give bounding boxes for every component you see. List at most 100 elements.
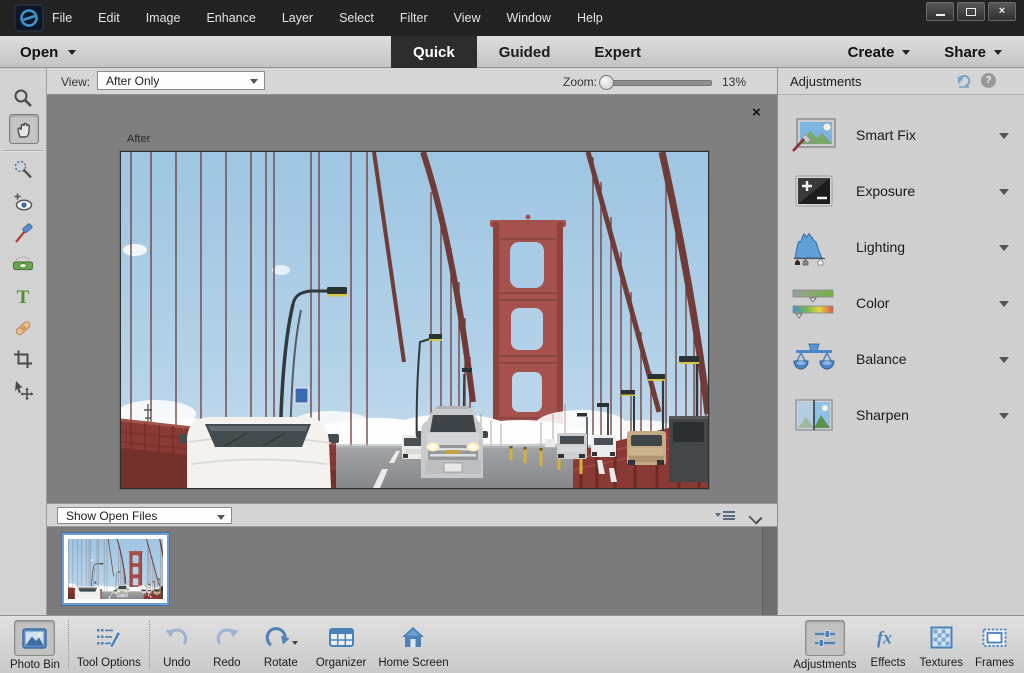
whitening-brush-icon bbox=[12, 222, 34, 244]
tool-strip: T bbox=[0, 68, 47, 615]
taskbar-adjustments[interactable]: Adjustments bbox=[787, 616, 862, 673]
adjustment-smart-fix[interactable]: Smart Fix bbox=[778, 108, 1024, 164]
crop-icon bbox=[12, 348, 34, 370]
menu-bar: File Edit Image Enhance Layer Select Fil… bbox=[52, 0, 603, 36]
dropdown-arrow-icon bbox=[250, 79, 258, 88]
scroll-down-icon[interactable] bbox=[766, 603, 774, 611]
view-mode-dropdown[interactable]: After Only bbox=[97, 71, 265, 90]
reset-icon[interactable] bbox=[956, 73, 972, 94]
adjustment-color[interactable]: Color bbox=[778, 276, 1024, 332]
view-options-bar: View: After Only Zoom: 13% bbox=[47, 68, 777, 95]
menu-filter[interactable]: Filter bbox=[400, 11, 428, 25]
quick-selection-tool[interactable] bbox=[9, 156, 37, 184]
menu-image[interactable]: Image bbox=[146, 11, 181, 25]
type-tool[interactable]: T bbox=[9, 282, 37, 310]
scroll-up-icon[interactable] bbox=[766, 531, 774, 539]
app-logo-icon bbox=[14, 4, 44, 32]
open-button[interactable]: Open bbox=[20, 36, 76, 68]
adjustments-icon bbox=[805, 620, 845, 656]
taskbar-undo[interactable]: Undo bbox=[152, 616, 202, 673]
after-label: After bbox=[127, 133, 150, 145]
menu-edit[interactable]: Edit bbox=[98, 11, 120, 25]
photo-bin-icon bbox=[14, 620, 55, 656]
adjustment-sharpen[interactable]: Sharpen bbox=[778, 388, 1024, 444]
close-button[interactable]: × bbox=[988, 2, 1016, 21]
undo-icon bbox=[158, 620, 196, 654]
taskbar-home-screen[interactable]: Home Screen bbox=[372, 616, 454, 673]
menu-enhance[interactable]: Enhance bbox=[206, 11, 255, 25]
close-file-icon[interactable]: × bbox=[752, 105, 761, 120]
adjustment-balance[interactable]: Balance bbox=[778, 332, 1024, 388]
create-button[interactable]: Create bbox=[848, 44, 911, 61]
hand-tool[interactable] bbox=[9, 114, 39, 144]
adjustments-panel: Adjustments ? bbox=[777, 68, 1024, 615]
panel-menu-triangle bbox=[715, 513, 721, 520]
menu-file[interactable]: File bbox=[52, 11, 72, 25]
adjustment-label: Smart Fix bbox=[856, 127, 916, 143]
photo-bin-thumbnail[interactable] bbox=[62, 533, 169, 605]
adjustments-panel-header: Adjustments ? bbox=[778, 68, 1024, 95]
maximize-button[interactable] bbox=[957, 2, 985, 21]
taskbar-redo[interactable]: Redo bbox=[202, 616, 252, 673]
chevron-down-icon[interactable] bbox=[999, 189, 1009, 200]
taskbar-photo-bin[interactable]: Photo Bin bbox=[4, 616, 66, 673]
show-open-files-dropdown[interactable]: Show Open Files bbox=[57, 507, 232, 524]
taskbar-effects[interactable]: fx Effects bbox=[863, 616, 914, 673]
collapse-chevron-icon[interactable] bbox=[748, 510, 762, 524]
menu-layer[interactable]: Layer bbox=[282, 11, 313, 25]
spot-healing-brush-tool[interactable] bbox=[9, 314, 37, 342]
menu-window[interactable]: Window bbox=[507, 11, 551, 25]
bottom-taskbar: Photo Bin Tool Options bbox=[0, 615, 1024, 673]
smart-fix-icon bbox=[791, 118, 837, 154]
tab-guided[interactable]: Guided bbox=[477, 36, 573, 68]
red-eye-removal-tool[interactable] bbox=[9, 188, 37, 216]
move-tool[interactable] bbox=[9, 376, 37, 404]
whiten-teeth-tool[interactable] bbox=[9, 219, 37, 247]
view-label: View: bbox=[61, 75, 90, 89]
zoom-slider-knob[interactable] bbox=[599, 75, 614, 90]
level-icon bbox=[11, 253, 35, 275]
mode-tabs: Quick Guided Expert bbox=[391, 36, 663, 68]
adjustment-exposure[interactable]: Exposure bbox=[778, 164, 1024, 220]
panel-title: Adjustments bbox=[790, 74, 862, 89]
menu-select[interactable]: Select bbox=[339, 11, 374, 25]
straighten-tool[interactable] bbox=[9, 250, 37, 278]
adjustment-label: Color bbox=[856, 295, 889, 311]
chevron-down-icon[interactable] bbox=[999, 245, 1009, 256]
share-button[interactable]: Share bbox=[944, 44, 1002, 61]
taskbar-tool-options[interactable]: Tool Options bbox=[71, 616, 147, 673]
textures-icon bbox=[923, 620, 960, 654]
taskbar-textures[interactable]: Textures bbox=[914, 616, 969, 673]
chevron-down-icon[interactable] bbox=[999, 413, 1009, 424]
photo-bin-scrollbar[interactable] bbox=[762, 527, 777, 615]
chevron-down-icon[interactable] bbox=[999, 133, 1009, 144]
taskbar-frames[interactable]: Frames bbox=[969, 616, 1020, 673]
zoom-tool[interactable] bbox=[9, 84, 37, 112]
color-icon bbox=[791, 286, 837, 322]
open-label: Open bbox=[20, 44, 58, 61]
panel-menu-icon[interactable] bbox=[715, 510, 737, 522]
crop-tool[interactable] bbox=[9, 345, 37, 373]
mode-bar: Open Quick Guided Expert Create Share bbox=[0, 36, 1024, 68]
bandaid-icon bbox=[12, 317, 34, 339]
taskbar-organizer[interactable]: Organizer bbox=[310, 616, 373, 673]
panel-menu-lines bbox=[723, 511, 735, 522]
menu-help[interactable]: Help bbox=[577, 11, 603, 25]
zoom-percentage: 13% bbox=[722, 75, 746, 89]
rotate-icon bbox=[258, 620, 304, 654]
minimize-button[interactable] bbox=[926, 2, 954, 21]
rotate-dropdown-icon[interactable] bbox=[292, 641, 298, 648]
taskbar-rotate[interactable]: Rotate bbox=[252, 616, 310, 673]
tab-quick[interactable]: Quick bbox=[391, 36, 477, 68]
adjustment-label: Lighting bbox=[856, 239, 905, 255]
tab-expert[interactable]: Expert bbox=[572, 36, 663, 68]
menu-view[interactable]: View bbox=[454, 11, 481, 25]
chevron-down-icon[interactable] bbox=[999, 301, 1009, 312]
chevron-down-icon[interactable] bbox=[999, 357, 1009, 368]
adjustment-lighting[interactable]: Lighting bbox=[778, 220, 1024, 276]
zoom-slider[interactable] bbox=[600, 80, 712, 86]
photo-canvas[interactable] bbox=[120, 151, 709, 489]
minimize-icon bbox=[936, 14, 945, 16]
adjustment-label: Exposure bbox=[856, 183, 915, 199]
help-icon[interactable]: ? bbox=[981, 73, 996, 88]
